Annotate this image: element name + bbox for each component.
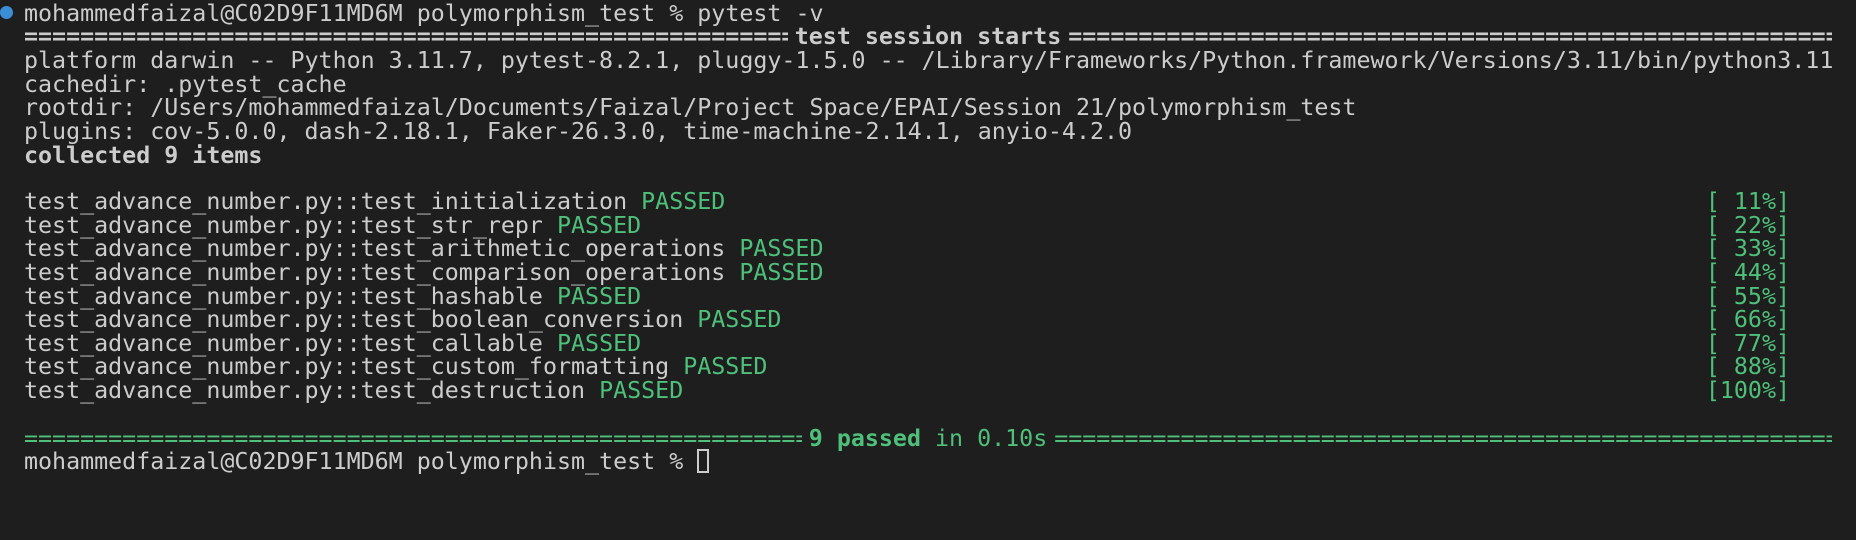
test-name: test_advance_number.py::test_destruction — [24, 377, 586, 404]
test-name: test_advance_number.py::test_boolean_con… — [24, 306, 684, 333]
test-result-line: test_advance_number.py::test_destruction… — [24, 377, 1832, 405]
test-status: PASSED — [739, 259, 824, 286]
test-status: PASSED — [683, 353, 768, 380]
test-name: test_advance_number.py::test_custom_form… — [24, 353, 670, 380]
test-status: PASSED — [641, 188, 726, 215]
command-status-dot-icon — [0, 6, 13, 19]
test-name: test_advance_number.py::test_arithmetic_… — [24, 235, 726, 262]
terminal-window[interactable]: mohammedfaizal@C02D9F11MD6M polymorphism… — [0, 0, 1856, 540]
next-prompt-text: mohammedfaizal@C02D9F11MD6M polymorphism… — [24, 448, 698, 475]
test-progress: [100%] — [1705, 377, 1790, 404]
next-prompt-line[interactable]: mohammedfaizal@C02D9F11MD6M polymorphism… — [24, 448, 1832, 476]
test-status: PASSED — [599, 377, 684, 404]
test-name: test_advance_number.py::test_initializat… — [24, 188, 628, 215]
cursor-icon — [697, 449, 710, 473]
info-collected: collected 9 items — [24, 142, 263, 169]
test-name: test_advance_number.py::test_comparison_… — [24, 259, 726, 286]
test-status: PASSED — [739, 235, 824, 262]
test-status: PASSED — [697, 306, 782, 333]
